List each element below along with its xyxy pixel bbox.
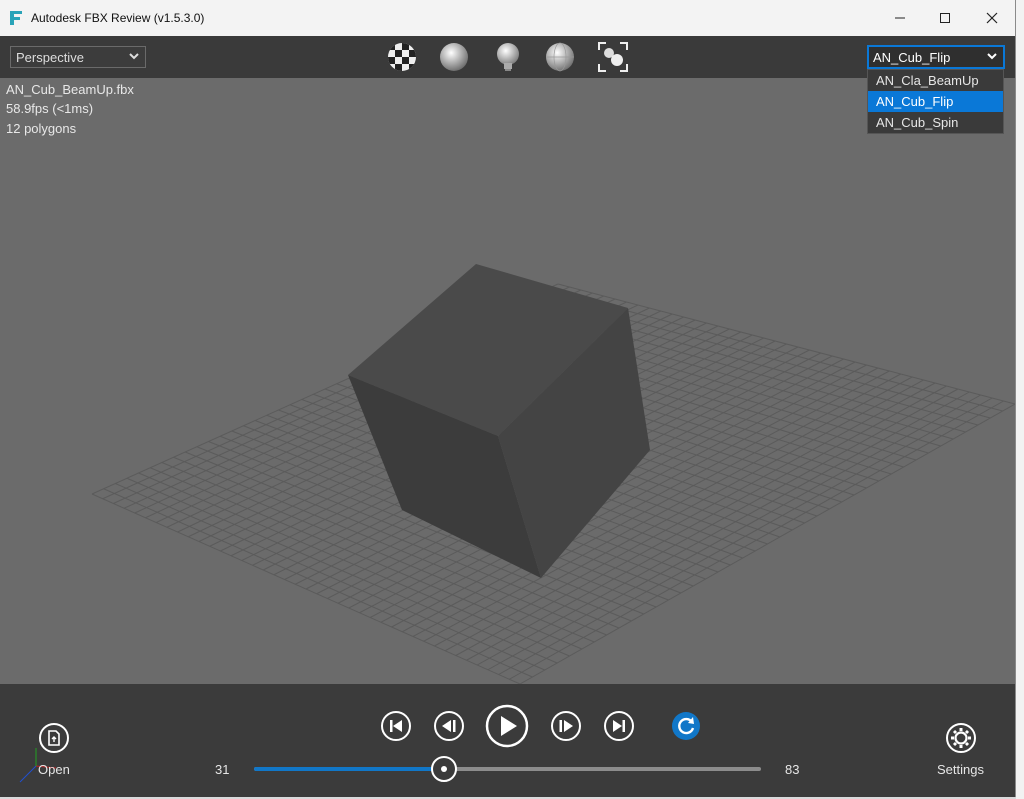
toolbar-icon-light[interactable] [492,41,524,73]
file-name-label: AN_Cub_BeamUp.fbx [6,82,134,97]
toolbar-icon-shaded[interactable] [438,41,470,73]
end-frame-label: 83 [785,762,800,777]
gear-icon [946,723,976,753]
step-forward-icon [551,711,581,741]
fps-label: 58.9fps (<1ms) [6,101,94,116]
minimize-button[interactable] [877,0,923,36]
start-frame-label: 31 [215,762,230,777]
open-file-icon [39,723,69,753]
dropdown-option-selected[interactable]: AN_Cub_Flip [868,91,1003,112]
close-button[interactable] [969,0,1015,36]
skip-to-end-button[interactable] [603,710,635,742]
polygon-count-label: 12 polygons [6,121,77,136]
toolbar-icon-checker[interactable] [386,41,418,73]
app-window: Autodesk FBX Review (v1.5.3.0) Perspecti… [0,0,1016,797]
open-label: Open [38,762,70,777]
scene-canvas [91,264,1015,684]
3d-viewport[interactable]: AN_Cub_BeamUp.fbx 58.9fps (<1ms) 12 poly… [0,78,1015,684]
wireframe-sphere-icon [546,42,574,72]
minimize-icon [895,17,905,19]
chevron-down-icon [987,53,997,60]
timeline-slider-thumb[interactable] [431,756,458,782]
shaded-sphere-icon [440,43,468,71]
timeline-slider-track[interactable] [254,767,761,771]
playback-bar: Open Settings 31 83 [0,684,1015,797]
animation-select-value: AN_Cub_Flip [873,49,951,65]
frame-all-icon [598,42,628,72]
step-forward-button[interactable] [550,710,582,742]
skip-end-icon [604,711,634,741]
play-button[interactable] [485,704,529,748]
cube-mesh [348,264,650,578]
camera-view-select[interactable]: Perspective [10,46,146,68]
animation-dropdown-list: AN_Cla_BeamUp AN_Cub_Flip AN_Cub_Spin [867,69,1004,134]
background-window-edge [1016,0,1024,799]
settings-label: Settings [937,762,984,777]
toolbar: Perspective AN_Cub_Flip [0,36,1015,78]
timeline-slider-fill [254,767,445,771]
window-title: Autodesk FBX Review (v1.5.3.0) [31,11,205,25]
skip-to-start-button[interactable] [380,710,412,742]
camera-view-value: Perspective [16,49,84,65]
skip-start-icon [381,711,411,741]
maximize-icon [940,13,950,23]
open-button[interactable] [38,722,70,754]
animation-select[interactable]: AN_Cub_Flip [867,45,1005,69]
play-icon [485,704,529,748]
dropdown-option[interactable]: AN_Cub_Spin [868,112,1003,133]
settings-button[interactable] [945,722,977,754]
toolbar-icon-wireframe[interactable] [544,41,576,73]
fbx-logo-icon [9,10,23,26]
step-back-button[interactable] [433,710,465,742]
close-icon [986,12,998,24]
loop-icon [672,712,700,740]
checker-texture-icon [388,43,416,71]
dropdown-option[interactable]: AN_Cla_BeamUp [868,70,1003,91]
toolbar-icon-frame[interactable] [597,41,629,73]
loop-toggle-button[interactable] [670,710,702,742]
lightbulb-icon [497,43,519,71]
maximize-button[interactable] [922,0,968,36]
chevron-down-icon [129,53,139,60]
title-bar: Autodesk FBX Review (v1.5.3.0) [0,0,1015,36]
step-back-icon [434,711,464,741]
